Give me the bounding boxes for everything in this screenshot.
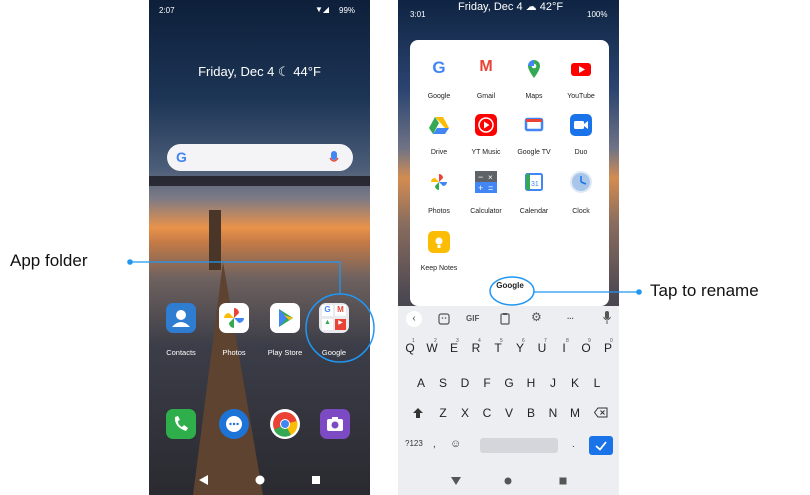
- google-folder-highlight-circle: [305, 293, 375, 363]
- annotation-app-folder: App folder: [10, 251, 88, 270]
- app-folder-leader-dot: [127, 259, 133, 265]
- folder-name-highlight-circle: [489, 276, 535, 306]
- tap-to-rename-leader-dot: [636, 289, 642, 295]
- annotation-tap-to-rename: Tap to rename: [650, 281, 759, 300]
- callout-overlay: [127, 259, 642, 363]
- app-folder-leader-line: [130, 261, 341, 294]
